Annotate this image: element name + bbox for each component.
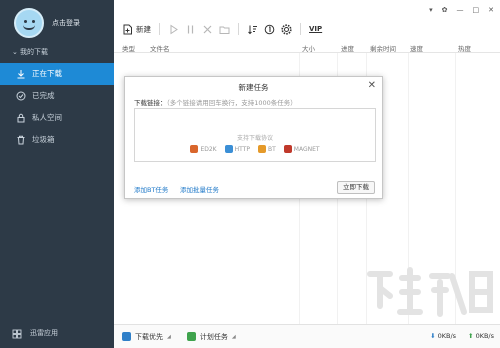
download-link-input[interactable]: 支持下载协议 ED2K HTTP BT MAGNET [134, 108, 376, 162]
trash-icon [16, 135, 26, 145]
column-size[interactable]: 大小 [302, 43, 315, 53]
protocol-magnet: MAGNET [283, 145, 320, 153]
caret-icon: ◢ [231, 333, 236, 340]
sidebar-item-trash[interactable]: 垃圾箱 [0, 129, 114, 151]
toolbar-divider [300, 23, 301, 35]
add-bt-task-link[interactable]: 添加BT任务 [134, 184, 168, 194]
sidebar-item-completed[interactable]: 已完成 [0, 85, 114, 107]
sidebar: 点击登录 ⌄ 我的下载 正在下载 已完成 私人空间 垃圾箱 迅雷应用 [0, 0, 114, 348]
new-task-label: 新建 [136, 24, 151, 34]
minimize-icon[interactable]: — [457, 6, 464, 14]
close-icon[interactable]: ✕ [368, 80, 376, 91]
play-icon[interactable] [168, 24, 179, 35]
sidebar-item-downloading[interactable]: 正在下载 [0, 63, 114, 85]
chevron-down-icon: ⌄ [12, 48, 18, 56]
lock-icon [16, 113, 26, 123]
protocol-label: BT [267, 145, 276, 153]
upload-speed: ⬆ 0KB/s [468, 332, 494, 340]
column-speed[interactable]: 速度 [410, 43, 423, 53]
speed-indicators: ⬇ 0KB/s ⬆ 0KB/s [430, 332, 494, 340]
download-priority-button[interactable]: 下载优先 ◢ [114, 332, 179, 342]
column-heat[interactable]: 热度 [458, 43, 471, 53]
dialog-title: 新建任务 [238, 83, 269, 92]
my-downloads-label: 我的下载 [20, 48, 48, 56]
download-speed: ⬇ 0KB/s [430, 332, 456, 340]
skin-icon[interactable]: ✿ [442, 6, 448, 14]
apps-button[interactable]: 迅雷应用 [0, 324, 114, 342]
download-link-title: 下载链接： [134, 99, 167, 107]
apps-label: 迅雷应用 [30, 329, 58, 337]
upload-arrow-icon: ⬆ [468, 332, 474, 340]
maximize-icon[interactable]: □ [473, 6, 480, 14]
vip-label: VIP [309, 25, 323, 33]
sidebar-item-private-space[interactable]: 私人空间 [0, 107, 114, 129]
protocol-label: MAGNET [293, 145, 320, 153]
speed-limit-icon[interactable] [264, 24, 275, 35]
column-time-left[interactable]: 剩余时间 [370, 43, 396, 53]
task-list-header: 类型 文件名 大小 进度 剩余时间 速度 热度 [114, 42, 500, 53]
my-downloads-header[interactable]: ⌄ 我的下载 [12, 47, 48, 57]
column-filename[interactable]: 文件名 [150, 43, 170, 53]
column-type[interactable]: 类型 [122, 43, 135, 53]
schedule-label: 计划任务 [199, 332, 228, 341]
sidebar-item-label: 私人空间 [32, 113, 62, 122]
column-progress[interactable]: 进度 [341, 43, 354, 53]
add-batch-task-link[interactable]: 添加批量任务 [180, 184, 219, 194]
bt-icon [257, 145, 266, 153]
toolbar-divider [159, 23, 160, 35]
protocols-title: 支持下载协议 [236, 135, 273, 142]
settings-gear-icon[interactable] [281, 23, 292, 35]
new-task-button[interactable]: 新建 [122, 24, 151, 35]
protocol-label: ED2K [200, 145, 217, 153]
avatar-mouth [23, 25, 35, 30]
delete-x-icon[interactable] [202, 24, 213, 35]
toolbar: 新建 VIP [114, 18, 500, 40]
pause-icon[interactable] [185, 24, 196, 35]
sidebar-item-label: 正在下载 [32, 69, 62, 78]
avatar[interactable] [14, 8, 44, 38]
window-controls: ▾ ✿ — □ ✕ [429, 6, 494, 14]
watermark-logo [367, 267, 493, 317]
sidebar-item-label: 垃圾箱 [32, 135, 55, 144]
magnet-icon [283, 145, 292, 153]
protocol-list: ED2K HTTP BT MAGNET [135, 145, 375, 153]
priority-label: 下载优先 [135, 332, 163, 341]
new-task-dialog: 新建任务 ✕ 下载链接：（多个链接请用回车换行，支持1000条任务） 支持下载协… [124, 76, 383, 199]
folder-icon[interactable] [219, 24, 230, 35]
sort-icon[interactable] [247, 24, 258, 35]
new-file-icon [123, 24, 132, 34]
caret-icon: ◢ [167, 333, 171, 340]
download-arrow-icon [16, 69, 26, 79]
sidebar-item-label: 已完成 [32, 91, 55, 100]
scheduled-task-button[interactable]: 计划任务 ◢ [179, 332, 244, 342]
menu-dropdown-icon[interactable]: ▾ [429, 6, 433, 14]
protocol-ed2k: ED2K [190, 145, 217, 153]
check-circle-icon [16, 91, 26, 101]
apps-grid-icon [12, 328, 22, 339]
vip-button[interactable]: VIP [309, 25, 322, 33]
ed2k-icon [190, 145, 199, 153]
download-speed-value: 0KB/s [437, 332, 457, 340]
download-arrow-icon: ⬇ [430, 332, 436, 340]
protocol-label: HTTP [234, 145, 250, 153]
schedule-icon [186, 332, 196, 341]
download-now-button[interactable]: 立即下载 [337, 181, 375, 194]
close-icon[interactable]: ✕ [488, 6, 494, 14]
http-icon [224, 145, 233, 153]
protocol-bt: BT [257, 145, 276, 153]
protocol-http: HTTP [224, 145, 250, 153]
toolbar-divider [238, 23, 239, 35]
status-bar: 下载优先 ◢ 计划任务 ◢ ⬇ 0KB/s ⬆ 0KB/s [114, 324, 500, 348]
download-link-label: 下载链接：（多个链接请用回车换行，支持1000条任务） [134, 97, 297, 107]
avatar-eye [24, 20, 27, 23]
upload-speed-value: 0KB/s [475, 332, 494, 340]
login-link[interactable]: 点击登录 [52, 18, 80, 28]
priority-icon [122, 332, 131, 341]
download-link-hint: （多个链接请用回车换行，支持1000条任务） [166, 99, 297, 107]
avatar-eye [32, 20, 35, 23]
